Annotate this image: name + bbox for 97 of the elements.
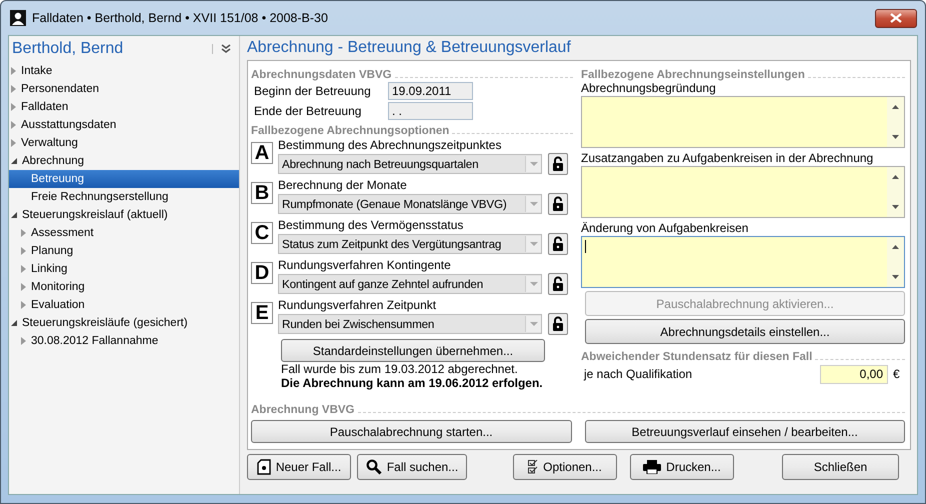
status-note: Fall wurde bis zum 19.03.2012 abgerechnet.: [281, 362, 519, 376]
tree-item[interactable]: Betreuung: [9, 170, 239, 188]
footer-button[interactable]: Fall suchen...: [357, 454, 467, 480]
scroll-up-icon[interactable]: [892, 175, 899, 179]
checklist-icon: [528, 460, 538, 474]
scroll-up-icon[interactable]: [892, 105, 899, 109]
lock-button[interactable]: [548, 193, 568, 215]
dropdown[interactable]: Status zum Zeitpunkt des Vergütungsantrag: [278, 234, 542, 254]
tree-item[interactable]: Verwaltung: [9, 134, 239, 152]
footer-button[interactable]: Drucken...: [630, 454, 734, 480]
dropdown[interactable]: Abrechnung nach Betreuungsquartalen: [278, 154, 542, 174]
tree-item[interactable]: Intake: [9, 62, 239, 80]
person-icon: [10, 10, 26, 26]
footer-button[interactable]: Neuer Fall...: [247, 454, 351, 480]
group-title: Fallbezogene Abrechnungsoptionen: [251, 125, 450, 137]
scroll-up-icon[interactable]: [892, 245, 899, 249]
padlock-icon: [552, 236, 564, 252]
footer-button[interactable]: Optionen...: [513, 454, 617, 480]
tree-item[interactable]: Steuerungskreisläufe (gesichert): [9, 314, 239, 332]
search-icon: [366, 459, 382, 475]
field-label: Ende der Betreuung: [254, 104, 362, 118]
collapse-icon[interactable]: [212, 44, 231, 54]
action-button[interactable]: Pauschalabrechnung starten...: [251, 420, 572, 443]
padlock-icon: [552, 156, 564, 172]
action-button[interactable]: Betreuungsverlauf einsehen / bearbeiten...: [584, 420, 905, 443]
expander-icon[interactable]: [11, 212, 17, 218]
window-title: Falldaten • Berthold, Bernd • XVII 151/08 • 2008-B-30: [32, 11, 328, 25]
field-label: Beginn der Betreuung: [254, 84, 372, 98]
tree-item[interactable]: Linking: [9, 260, 239, 278]
tree-item[interactable]: Ausstattungsdaten: [9, 116, 239, 134]
option-label: Berechnung der Monate: [278, 178, 408, 193]
scroll-down-icon[interactable]: [892, 205, 899, 209]
option-label: Rundungsverfahren Zeitpunkt: [278, 298, 438, 313]
date-field[interactable]: 19.09.2011: [388, 82, 473, 100]
tree-item[interactable]: Evaluation: [9, 296, 239, 314]
text-cursor: [585, 240, 586, 253]
expander-icon[interactable]: [11, 320, 17, 326]
group-title: Abweichender Stundensatz für diesen Fall: [581, 351, 812, 363]
tree-item[interactable]: Freie Rechnungserstellung: [9, 188, 239, 206]
date-field[interactable]: . .: [388, 102, 473, 120]
currency-unit: €: [893, 367, 901, 381]
lock-button[interactable]: [548, 233, 568, 255]
padlock-icon: [552, 276, 564, 292]
defaults-button[interactable]: Standardeinstellungen übernehmen...: [281, 339, 545, 362]
footer-button[interactable]: Schließen: [782, 454, 899, 480]
scrollbar[interactable]: [887, 237, 904, 287]
dropdown[interactable]: Rumpfmonate (Genaue Monatslänge VBVG): [278, 194, 542, 214]
dropdown-arrow-icon: [530, 162, 538, 166]
group-title: Fallbezogene Abrechnungseinstellungen: [581, 69, 805, 81]
tree-item[interactable]: Assessment: [9, 224, 239, 242]
option-letter: B: [251, 182, 273, 204]
padlock-icon: [552, 316, 564, 332]
text-area[interactable]: [581, 236, 905, 288]
printer-icon: [643, 460, 662, 474]
text-area-label: Zusatzangaben zu Aufgabenkreisen in der Abrechnung: [581, 151, 874, 166]
scroll-down-icon[interactable]: [892, 135, 899, 139]
page-heading: Abrechnung - Betreuung & Betreuungsverlauf: [247, 38, 572, 58]
dropdown-arrow-icon: [530, 322, 538, 326]
group-title: Abrechnung VBVG: [251, 404, 355, 416]
scrollbar[interactable]: [887, 167, 904, 217]
lock-button[interactable]: [548, 273, 568, 295]
settings-button[interactable]: Abrechnungsdetails einstellen...: [585, 319, 905, 344]
lock-button[interactable]: [548, 313, 568, 335]
tree-item[interactable]: Planung: [9, 242, 239, 260]
tree-item[interactable]: Falldaten: [9, 98, 239, 116]
option-letter: D: [251, 262, 273, 284]
dropdown-arrow-icon: [530, 242, 538, 246]
document-icon: [256, 459, 271, 475]
tree-item[interactable]: Personendaten: [9, 80, 239, 98]
option-letter: C: [251, 222, 273, 244]
dropdown[interactable]: Runden bei Zwischensummen: [278, 314, 542, 334]
sidebar-header: Berthold, Bernd: [12, 40, 124, 58]
tree-item[interactable]: Steuerungskreislauf (aktuell): [9, 206, 239, 224]
scrollbar[interactable]: [887, 97, 904, 147]
tree-item[interactable]: Abrechnung: [9, 152, 239, 170]
expander-icon[interactable]: [11, 158, 17, 164]
tree-item[interactable]: 30.08.2012 Fallannahme: [9, 332, 239, 350]
lock-button[interactable]: [548, 153, 568, 175]
field-label: je nach Qualifikation: [584, 367, 694, 381]
option-label: Bestimmung des Vermögensstatus: [278, 218, 464, 233]
text-area-label: Änderung von Aufgabenkreisen: [581, 221, 750, 236]
text-area-label: Abrechnungsbegründung: [581, 81, 717, 96]
close-button[interactable]: [875, 8, 917, 28]
option-label: Rundungsverfahren Kontingente: [278, 258, 452, 273]
option-letter: A: [251, 142, 273, 164]
tree-item[interactable]: Monitoring: [9, 278, 239, 296]
dropdown-arrow-icon: [530, 202, 538, 206]
scroll-down-icon[interactable]: [892, 275, 899, 279]
dropdown[interactable]: Kontingent auf ganze Zehntel aufrunden: [278, 274, 542, 294]
option-letter: E: [251, 302, 273, 324]
group-title: Abrechnungsdaten VBVG: [251, 69, 392, 81]
status-note: Die Abrechnung kann am 19.06.2012 erfolgen.: [281, 376, 544, 390]
option-label: Bestimmung des Abrechnungszeitpunktes: [278, 138, 502, 153]
padlock-icon: [552, 196, 564, 212]
rate-field[interactable]: 0,00: [820, 364, 888, 384]
dropdown-arrow-icon: [530, 282, 538, 286]
close-icon: [890, 13, 902, 23]
